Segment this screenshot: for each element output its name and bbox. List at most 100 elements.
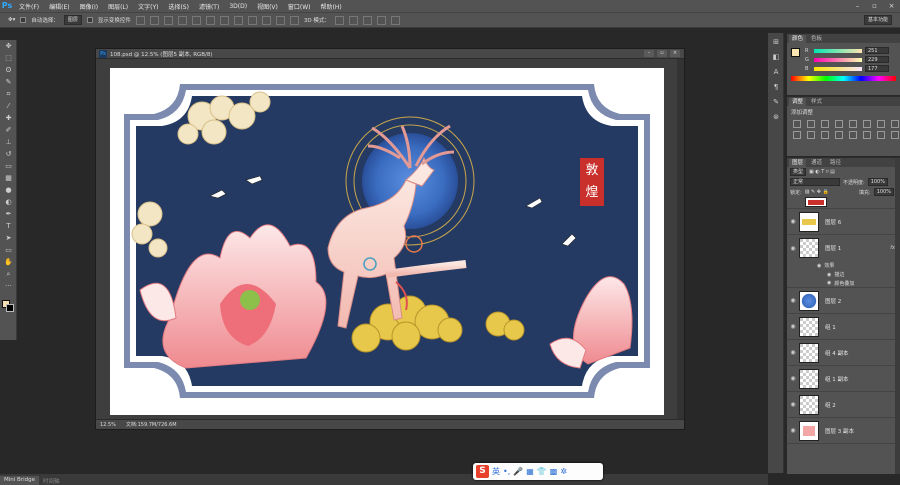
channel-mixer-icon[interactable] <box>807 131 815 139</box>
minimize-button[interactable]: – <box>849 0 866 12</box>
distribute-left-icon[interactable] <box>261 15 271 25</box>
visibility-eye-icon[interactable]: ◉ <box>787 427 799 434</box>
zoom-level[interactable]: 12.5% <box>100 422 116 428</box>
layer-kind-filter[interactable]: 类型 <box>790 168 807 176</box>
toolbox-icon[interactable]: ▩ <box>550 467 558 476</box>
close-button[interactable]: × <box>883 0 900 12</box>
align-vcenter-icon[interactable] <box>149 15 159 25</box>
doc-minimize-button[interactable]: – <box>644 50 654 57</box>
auto-select-dropdown[interactable]: 图层 <box>63 15 82 25</box>
layer-name[interactable]: 图层 2 <box>825 297 841 305</box>
visibility-eye-icon[interactable]: ◉ <box>787 245 799 252</box>
menu-filter[interactable]: 滤镜(T) <box>194 2 224 11</box>
menu-layer[interactable]: 图层(L) <box>103 2 133 11</box>
canvas[interactable]: 敦 煌 <box>110 68 664 415</box>
more-tools-icon[interactable]: ··· <box>2 281 15 292</box>
distribute-vcenter-icon[interactable] <box>233 15 243 25</box>
distribute-hcenter-icon[interactable] <box>275 15 285 25</box>
tab-timeline[interactable]: 时间轴 <box>39 476 64 485</box>
menu-image[interactable]: 图像(I) <box>75 2 103 11</box>
doc-close-button[interactable]: × <box>670 50 680 57</box>
filter-icons[interactable]: ▣ ◐ T ⌑ ▤ <box>809 169 835 175</box>
clone-source-icon[interactable]: ⊛ <box>770 111 782 123</box>
pen-tool-icon[interactable]: ✒ <box>2 209 15 220</box>
distribute-bottom-icon[interactable] <box>247 15 257 25</box>
layer-name[interactable]: 图层 6 <box>825 218 841 226</box>
properties-panel-icon[interactable]: ◧ <box>770 51 782 63</box>
layer-row[interactable]: ◉ 图层 1 fx <box>787 235 900 261</box>
history-panel-icon[interactable]: ⊞ <box>770 36 782 48</box>
menu-3d[interactable]: 3D(D) <box>224 3 252 10</box>
layers-scrollbar[interactable] <box>895 158 900 474</box>
distribute-top-icon[interactable] <box>219 15 229 25</box>
effect-color-overlay[interactable]: ◉ 颜色叠加 <box>787 279 900 288</box>
menu-file[interactable]: 文件(F) <box>14 2 44 11</box>
color-lookup-icon[interactable] <box>821 131 829 139</box>
distribute-right-icon[interactable] <box>289 15 299 25</box>
blue-slider[interactable] <box>814 66 862 71</box>
layer-name[interactable]: 组 1 副本 <box>825 375 849 383</box>
sogou-logo-icon[interactable]: S <box>476 465 489 478</box>
3d-rotate-icon[interactable] <box>334 15 344 25</box>
keyboard-icon[interactable]: ▦ <box>526 467 534 476</box>
crop-tool-icon[interactable]: ⌗ <box>2 89 15 100</box>
layer-name[interactable]: 组 1 <box>825 323 836 331</box>
menu-type[interactable]: 文字(Y) <box>133 2 163 11</box>
menu-view[interactable]: 视图(V) <box>252 2 283 11</box>
threshold-icon[interactable] <box>863 131 871 139</box>
opacity-field[interactable]: 100% <box>867 178 888 186</box>
marquee-tool-icon[interactable]: ⬚ <box>2 53 15 64</box>
visibility-eye-icon[interactable]: ◉ <box>787 218 799 225</box>
align-left-icon[interactable] <box>177 15 187 25</box>
layer-row[interactable]: ◉ 组 2 <box>787 392 900 418</box>
vibrance-icon[interactable] <box>849 120 857 128</box>
layer-row[interactable]: ◉ 组 4 副本 <box>787 340 900 366</box>
paragraph-panel-icon[interactable]: ¶ <box>770 81 782 93</box>
menu-edit[interactable]: 编辑(E) <box>44 2 74 11</box>
layer-partial-top[interactable] <box>787 197 900 209</box>
auto-select-checkbox[interactable] <box>20 17 27 23</box>
photo-filter-icon[interactable] <box>793 131 801 139</box>
document-size[interactable]: 文档:159.7M/726.6M <box>126 421 177 428</box>
lasso-tool-icon[interactable]: ʘ <box>2 65 15 76</box>
visibility-eye-icon[interactable]: ◉ <box>787 375 799 382</box>
color-spectrum[interactable] <box>791 76 896 81</box>
character-panel-icon[interactable]: A <box>770 66 782 78</box>
layer-row[interactable]: ◉ 图层 6 <box>787 209 900 235</box>
effects-eye-icon[interactable]: ◉ <box>817 263 821 269</box>
curves-icon[interactable] <box>821 120 829 128</box>
doc-maximize-button[interactable]: ▫ <box>657 50 667 57</box>
brightness-icon[interactable] <box>793 120 801 128</box>
stroke-eye-icon[interactable]: ◉ <box>827 272 831 278</box>
black-white-icon[interactable] <box>891 120 899 128</box>
quick-select-tool-icon[interactable]: ✎ <box>2 77 15 88</box>
posterize-icon[interactable] <box>849 131 857 139</box>
punctuation-icon[interactable]: •, <box>503 467 510 476</box>
move-tool-icon[interactable]: ✥▾ <box>8 17 15 23</box>
align-hcenter-icon[interactable] <box>191 15 201 25</box>
effect-stroke[interactable]: ◉ 描边 <box>787 270 900 279</box>
3d-roll-icon[interactable] <box>348 15 358 25</box>
ime-language-toggle[interactable]: 英 <box>492 466 500 477</box>
type-tool-icon[interactable]: T <box>2 221 15 232</box>
visibility-eye-icon[interactable]: ◉ <box>787 401 799 408</box>
green-slider[interactable] <box>814 57 862 62</box>
green-value-field[interactable]: 229 <box>865 56 889 63</box>
settings-icon[interactable]: ✲ <box>560 467 567 476</box>
tab-channels[interactable]: 通道 <box>808 159 825 167</box>
fill-field[interactable]: 100% <box>873 188 894 196</box>
3d-pan-icon[interactable] <box>362 15 372 25</box>
red-value-field[interactable]: 251 <box>865 47 889 54</box>
blend-mode-dropdown[interactable]: 正常 <box>790 178 840 186</box>
lock-icons[interactable]: ▨ ✎ ✥ 🔒 <box>805 189 829 195</box>
align-right-icon[interactable] <box>205 15 215 25</box>
layer-row[interactable]: ◉ 组 1 副本 <box>787 366 900 392</box>
show-transform-checkbox[interactable] <box>86 17 93 23</box>
microphone-icon[interactable]: 🎤 <box>513 467 523 476</box>
eraser-tool-icon[interactable]: ▭ <box>2 161 15 172</box>
levels-icon[interactable] <box>807 120 815 128</box>
3d-scale-icon[interactable] <box>390 15 400 25</box>
zoom-tool-icon[interactable]: ⌕ <box>2 269 15 280</box>
background-color-swatch[interactable] <box>6 304 14 312</box>
effects-group[interactable]: ◉ 效果 <box>787 261 900 270</box>
